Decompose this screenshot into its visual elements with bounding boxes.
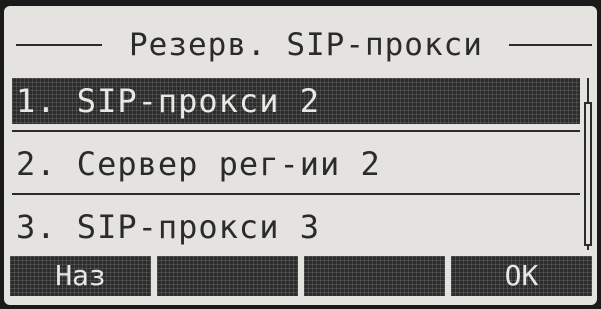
scroll-thumb[interactable]	[584, 102, 592, 246]
menu-scrollbar[interactable]	[584, 78, 594, 250]
softkey-3[interactable]	[304, 256, 445, 296]
phone-lcd-screen: Резерв. SIP-прокси 1. SIP-прокси 2 2. Се…	[4, 6, 597, 305]
back-softkey[interactable]: Наз	[10, 256, 151, 296]
menu-item-registrar-server-2[interactable]: 2. Сервер рег-ии 2	[12, 141, 580, 187]
menu-list: 1. SIP-прокси 2 2. Сервер рег-ии 2 3. SI…	[12, 78, 580, 250]
menu-item-sip-proxy-3[interactable]: 3. SIP-прокси 3	[12, 204, 580, 250]
title-rule-right	[509, 44, 592, 46]
menu-item-sip-proxy-2[interactable]: 1. SIP-прокси 2	[12, 78, 580, 124]
softkey-bar: Наз OK	[10, 256, 592, 296]
screen-header: Резерв. SIP-прокси	[4, 20, 597, 68]
title-rule-left	[16, 44, 102, 46]
menu-divider	[12, 193, 580, 195]
ok-softkey[interactable]: OK	[451, 256, 592, 296]
softkey-2[interactable]	[157, 256, 298, 296]
menu-divider	[12, 130, 580, 132]
screen-title: Резерв. SIP-прокси	[129, 27, 483, 63]
